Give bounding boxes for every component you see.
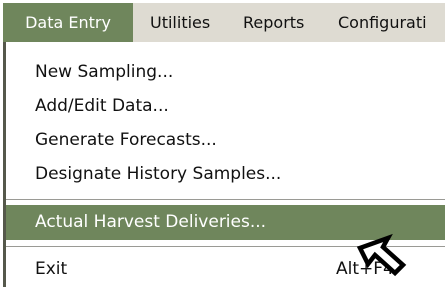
menu-item-add-edit-data[interactable]: Add/Edit Data... — [6, 89, 445, 123]
mouse-pointer-icon — [356, 233, 407, 277]
menu-item-label: New Sampling... — [35, 62, 174, 82]
menu-item-generate-forecasts[interactable]: Generate Forecasts... — [6, 123, 445, 157]
menu-utilities[interactable]: Utilities — [150, 3, 210, 42]
menu-item-label: Designate History Samples... — [35, 164, 282, 184]
menu-item-label: Add/Edit Data... — [35, 96, 169, 116]
menu-separator — [6, 199, 445, 201]
menu-bar: Data Entry Utilities Reports Configurati — [3, 3, 445, 42]
menu-item-label: Actual Harvest Deliveries... — [35, 212, 267, 232]
menu-item-label: Exit — [35, 259, 68, 279]
menu-reports[interactable]: Reports — [243, 3, 304, 42]
menu-configuration[interactable]: Configurati — [338, 3, 427, 42]
menu-item-new-sampling[interactable]: New Sampling... — [6, 55, 445, 89]
menu-item-designate-history-samples[interactable]: Designate History Samples... — [6, 157, 445, 191]
menu-data-entry[interactable]: Data Entry — [3, 3, 133, 42]
menu-item-label: Generate Forecasts... — [35, 130, 217, 150]
